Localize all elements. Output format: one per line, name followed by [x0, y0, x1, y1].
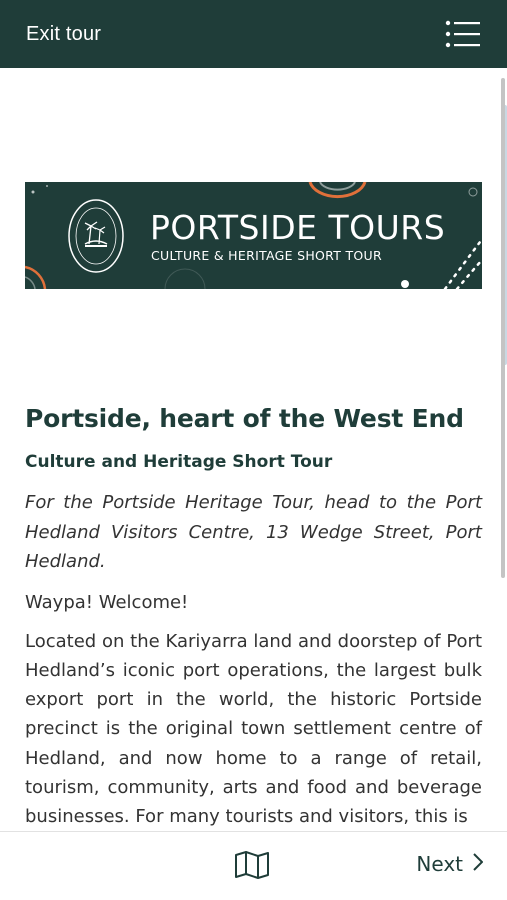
intro-paragraph: Located on the Kariyarra land and doorst… — [25, 630, 482, 828]
top-bar: Exit tour — [0, 0, 507, 68]
page-title: Portside, heart of the West End — [25, 404, 464, 433]
menu-list-icon[interactable] — [445, 19, 481, 49]
bottom-nav-bar: Next — [0, 831, 507, 900]
exit-tour-button[interactable]: Exit tour — [26, 23, 101, 46]
welcome-text: Waypa! Welcome! — [25, 591, 189, 613]
portside-tours-banner: PORTSIDE TOURS CULTURE & HERITAGE SHORT … — [25, 182, 482, 289]
scrollbar[interactable] — [499, 68, 507, 831]
banner-subtitle: CULTURE & HERITAGE SHORT TOUR — [151, 248, 382, 263]
next-button[interactable]: Next — [416, 852, 484, 876]
chevron-right-icon — [473, 852, 484, 876]
next-label: Next — [416, 852, 463, 876]
scrollbar-thumb[interactable] — [501, 78, 505, 578]
portside-seal-logo — [68, 199, 124, 273]
directions-text: For the Portside Heritage Tour, head to … — [25, 492, 482, 572]
map-icon[interactable] — [234, 850, 270, 880]
banner-title: PORTSIDE TOURS — [150, 208, 446, 247]
tour-subtitle: Culture and Heritage Short Tour — [25, 452, 333, 472]
tour-content[interactable]: PORTSIDE TOURS CULTURE & HERITAGE SHORT … — [0, 68, 507, 831]
